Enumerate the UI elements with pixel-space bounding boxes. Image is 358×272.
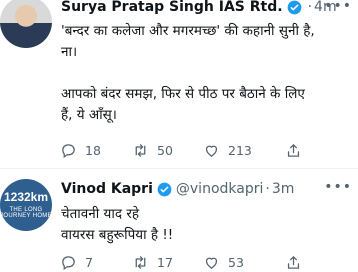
tweet-text: चेतावनी याद रहे वायरस बहुरूपिया है !! (61, 204, 351, 246)
tweet-actions: 7 17 53 (60, 254, 310, 272)
like-button[interactable]: 213 (203, 142, 252, 159)
retweet-icon (135, 256, 146, 269)
tweet-header: Vinod Kapri @vinodkapri · 3m (61, 181, 294, 197)
share-icon (287, 256, 300, 269)
tweet-line: आपको बंदर समझ, फिर से पीठ पर बैठाने के ल… (61, 86, 305, 102)
author-name[interactable]: Vinod Kapri (61, 181, 153, 197)
tweet-actions: 18 50 213 (60, 142, 310, 164)
like-count: 213 (228, 143, 252, 158)
tweet-paragraph: चेतावनी याद रहे वायरस बहुरूपिया है !! (61, 204, 351, 246)
tweet-text: 'बन्दर का कलेजा और मगरमच्छ' की कहानी सुन… (61, 21, 351, 126)
author-name[interactable]: Surya Pratap Singh IAS Rtd. (61, 0, 283, 15)
avatar-subtitle: THE LONG JOURNEY HOME (0, 207, 52, 219)
avatar[interactable]: 1232km THE LONG JOURNEY HOME (0, 179, 52, 231)
verified-badge-icon (157, 182, 172, 196)
retweet-icon (135, 144, 146, 157)
reply-button[interactable]: 18 (60, 142, 101, 159)
reply-count: 7 (85, 255, 93, 270)
tweet-line: ना। (61, 44, 78, 60)
tweet[interactable]: Surya Pratap Singh IAS Rtd. · 4m ••• 'बन… (0, 0, 358, 168)
tweet-paragraph: आपको बंदर समझ, फिर से पीठ पर बैठाने के ल… (61, 84, 351, 126)
author-handle[interactable]: @vinodkapri (176, 181, 263, 197)
reply-count: 18 (85, 143, 101, 158)
tweet-line: 'बन्दर का कलेजा और मगरमच्छ' की कहानी सुन… (61, 23, 315, 39)
avatar[interactable] (0, 0, 52, 48)
retweet-button[interactable]: 17 (132, 254, 173, 271)
share-button[interactable] (285, 254, 310, 271)
verified-badge-icon (287, 0, 301, 14)
more-icon[interactable]: ••• (324, 0, 352, 14)
retweet-count: 50 (157, 143, 173, 158)
share-button[interactable] (285, 142, 310, 159)
more-icon[interactable]: ••• (324, 179, 352, 195)
tweet-line: चेतावनी याद रहे (61, 206, 140, 222)
reply-button[interactable]: 7 (60, 254, 93, 271)
like-icon (205, 257, 218, 269)
reply-icon (62, 256, 75, 271)
separator-dot: · (265, 181, 270, 197)
like-icon (205, 145, 218, 157)
avatar-title: 1232km (3, 190, 49, 204)
share-icon (287, 144, 300, 157)
separator-dot: · (307, 0, 313, 15)
tweet-header: Surya Pratap Singh IAS Rtd. · 4m (61, 0, 337, 15)
retweet-count: 17 (157, 255, 173, 270)
timestamp[interactable]: 3m (272, 181, 295, 197)
tweet-paragraph: 'बन्दर का कलेजा और मगरमच्छ' की कहानी सुन… (61, 21, 351, 63)
like-count: 53 (228, 255, 244, 270)
retweet-button[interactable]: 50 (132, 142, 173, 159)
like-button[interactable]: 53 (203, 254, 244, 271)
reply-icon (62, 144, 75, 159)
tweet-line: हैं, ये आँसू। (61, 107, 117, 123)
tweet-line: वायरस बहुरूपिया है !! (61, 227, 174, 243)
